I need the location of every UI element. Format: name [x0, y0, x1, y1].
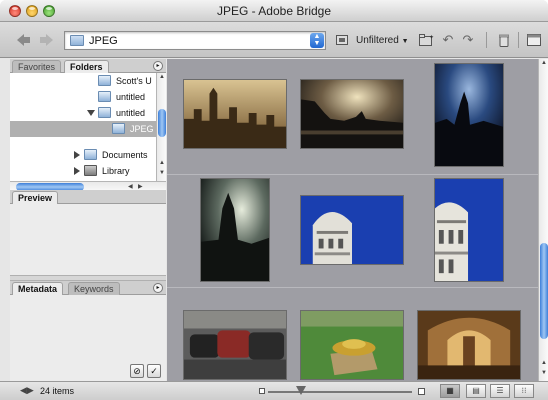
- scroll-up-arrow-icon[interactable]: ▲: [158, 73, 166, 82]
- rotate-ccw-icon[interactable]: ↶: [440, 32, 456, 48]
- folder-icon: [98, 91, 111, 102]
- disclosure-right-icon[interactable]: [74, 167, 80, 175]
- toggle-panels-icon[interactable]: ◀▶: [20, 385, 34, 396]
- thumbnail[interactable]: [183, 79, 287, 149]
- forward-arrow-icon[interactable]: [38, 32, 54, 48]
- tree-item[interactable]: untitled: [10, 105, 156, 121]
- filter-label: Unfiltered: [356, 35, 399, 46]
- thumbnail[interactable]: [200, 178, 270, 282]
- disclosure-right-icon[interactable]: [74, 151, 80, 159]
- scroll-up-arrow-icon[interactable]: ▲: [540, 59, 548, 68]
- preview-tabs: Preview: [10, 190, 166, 204]
- folder-icon: [98, 75, 111, 86]
- row-divider: [167, 174, 538, 175]
- tree-item[interactable]: Documents: [10, 147, 156, 163]
- details-view-button[interactable]: ☰: [490, 384, 510, 398]
- title-bar: JPEG - Adobe Bridge: [0, 0, 548, 22]
- tab-metadata[interactable]: Metadata: [12, 282, 64, 295]
- tree-item-label: untitled: [116, 92, 146, 102]
- tree-item-selected[interactable]: JPEG: [10, 121, 156, 137]
- path-dropdown-arrows[interactable]: ▲ ▼: [310, 33, 324, 48]
- folder-icon: [112, 123, 125, 134]
- thumbnail[interactable]: [183, 310, 287, 380]
- toolbar-divider: [518, 32, 519, 48]
- chevron-down-icon: ▼: [401, 38, 409, 45]
- toolbar-divider: [486, 32, 487, 48]
- bridge-window: JPEG - Adobe Bridge JPEG ▲ ▼ Unfiltered ▼…: [0, 0, 548, 400]
- scroll-thumb[interactable]: [158, 109, 166, 137]
- metadata-keywords-tabs: Metadata Keywords ▸: [10, 281, 166, 295]
- tree-item-label: Documents: [102, 150, 148, 160]
- thumbnail-view-button[interactable]: ▦: [440, 384, 460, 398]
- panel-menu-icon[interactable]: ▸: [153, 283, 163, 293]
- content-vertical-scrollbar[interactable]: ▲ ▲ ▼: [538, 59, 548, 381]
- window-title: JPEG - Adobe Bridge: [216, 4, 332, 18]
- scroll-thumb[interactable]: [540, 243, 548, 339]
- filter-icon[interactable]: [334, 32, 350, 48]
- tree-item[interactable]: Library: [10, 163, 156, 179]
- folder-tree-vertical-scrollbar[interactable]: ▲ ▲ ▼: [156, 73, 166, 181]
- trash-icon[interactable]: [496, 32, 512, 48]
- small-thumbnail-icon[interactable]: [259, 388, 265, 394]
- content-thumbnails: [167, 59, 538, 381]
- path-label: JPEG: [89, 35, 118, 47]
- thumbnail[interactable]: [434, 63, 504, 167]
- thumbnail[interactable]: [417, 310, 521, 380]
- back-arrow-icon[interactable]: [16, 32, 32, 48]
- thumbnail[interactable]: [300, 195, 404, 265]
- tree-item-label: Scott's U: [116, 76, 152, 86]
- thumbnail-size-slider[interactable]: [268, 391, 412, 393]
- thumbnail[interactable]: [300, 79, 404, 149]
- folder-tree: Scott's U untitled untitled JPEG Documen…: [10, 73, 156, 181]
- tab-keywords[interactable]: Keywords: [68, 282, 120, 295]
- slider-knob[interactable]: [296, 386, 306, 395]
- thumbnail[interactable]: [300, 310, 404, 380]
- status-bar: ◀▶ 24 items ▦ ▤ ☰ ⁝⁝: [0, 381, 548, 400]
- thumbnail[interactable]: [434, 178, 504, 282]
- new-folder-icon[interactable]: ✦: [418, 32, 434, 48]
- tree-item-label: untitled: [116, 108, 146, 118]
- scroll-down-arrow-icon[interactable]: ▼: [540, 369, 548, 378]
- panel-menu-icon[interactable]: ▸: [153, 61, 163, 71]
- toolbar: JPEG ▲ ▼ Unfiltered ▼ ✦ ↶ ↷: [0, 22, 548, 58]
- item-count: 24 items: [40, 386, 75, 396]
- scroll-up-arrow-icon[interactable]: ▲: [158, 159, 166, 168]
- tab-preview[interactable]: Preview: [12, 191, 59, 204]
- preview-panel: [10, 204, 166, 278]
- rotate-cw-icon[interactable]: ↷: [460, 32, 476, 48]
- folder-icon: [84, 149, 97, 160]
- tab-folders[interactable]: Folders: [64, 60, 109, 73]
- row-divider: [167, 287, 538, 288]
- apply-check-icon[interactable]: ✓: [147, 364, 161, 378]
- tree-item-label: Library: [102, 166, 130, 176]
- tree-item[interactable]: untitled: [10, 89, 156, 105]
- versions-view-button[interactable]: ⁝⁝: [514, 384, 534, 398]
- compact-mode-icon[interactable]: [526, 32, 542, 48]
- scroll-up-arrow-icon[interactable]: ▲: [540, 359, 548, 368]
- filter-menu[interactable]: Unfiltered ▼: [356, 35, 409, 46]
- filmstrip-view-button[interactable]: ▤: [466, 384, 486, 398]
- svg-text:✦: ✦: [429, 34, 434, 41]
- scroll-down-arrow-icon[interactable]: ▼: [158, 169, 166, 178]
- folder-icon: [98, 107, 111, 118]
- favorites-folders-tabs: Favorites Folders ▸: [10, 59, 166, 73]
- large-thumbnail-icon[interactable]: [418, 388, 425, 395]
- folder-icon: [70, 35, 84, 46]
- tab-favorites[interactable]: Favorites: [12, 60, 62, 73]
- left-panels: Favorites Folders ▸ Scott's U untitled u…: [10, 59, 166, 381]
- disclosure-down-icon[interactable]: [87, 110, 95, 116]
- cancel-icon[interactable]: ⊘: [130, 364, 144, 378]
- tree-item-label: JPEG: [130, 124, 154, 134]
- path-dropdown[interactable]: JPEG ▲ ▼: [64, 31, 326, 50]
- tree-item[interactable]: Scott's U: [10, 73, 156, 89]
- library-folder-icon: [84, 165, 97, 176]
